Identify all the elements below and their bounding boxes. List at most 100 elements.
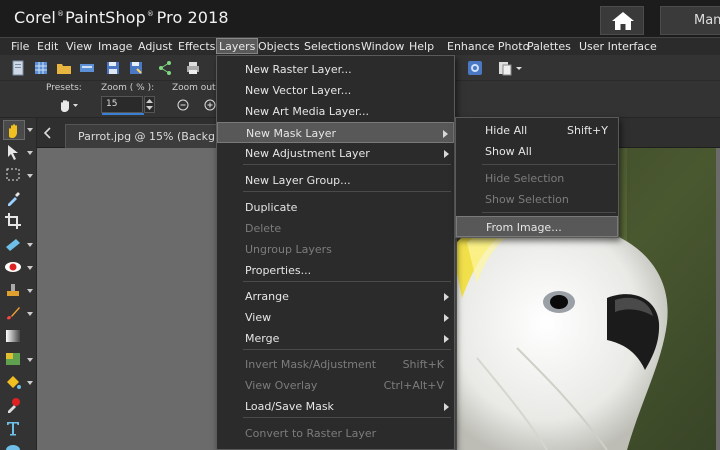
fill-tool[interactable] [3, 373, 25, 393]
menu-item-label: New Art Media Layer... [245, 105, 370, 118]
pick-tool[interactable] [3, 143, 25, 163]
pan-tool[interactable] [3, 120, 25, 140]
zoom-spinner[interactable] [144, 96, 155, 113]
menu-item-label: Ungroup Layers [245, 243, 332, 256]
mask-menu-item-show-all[interactable]: Show All [456, 141, 618, 162]
chevron-right-icon [444, 314, 449, 322]
menu-item-label: Hide All [485, 124, 528, 137]
layers-menu-item-invert-mask-adjustment: Invert Mask/Adjustment Shift+K [217, 354, 454, 375]
menu-separator [243, 417, 451, 418]
gradient-tool[interactable] [3, 327, 25, 347]
scanner-icon[interactable] [79, 60, 95, 76]
menu-edit[interactable]: Edit [37, 39, 58, 55]
menu-objects[interactable]: Objects [258, 39, 300, 55]
mask-menu-item-show-selection: Show Selection [456, 189, 618, 210]
menu-palettes[interactable]: Palettes [527, 39, 571, 55]
chevron-left-icon[interactable] [41, 126, 55, 140]
picker-icon [8, 398, 20, 413]
menu-selections[interactable]: Selections [304, 39, 360, 55]
chevron-down-icon[interactable] [27, 312, 33, 316]
clone-tool[interactable] [3, 281, 25, 301]
layers-menu-item-view-overlay: View Overlay Ctrl+Alt+V [217, 375, 454, 396]
layers-menu-item-properties[interactable]: Properties... [217, 260, 454, 281]
zoom-out-icon[interactable] [177, 99, 189, 111]
menu-item-label: Duplicate [245, 201, 298, 214]
layers-menu-item-view[interactable]: View [217, 307, 454, 328]
menu-window[interactable]: Window [361, 39, 404, 55]
grid-icon[interactable] [33, 60, 49, 76]
zoom-input[interactable]: 15 [101, 96, 144, 115]
layers-menu-item-new-mask-layer[interactable]: New Mask Layer [217, 122, 454, 143]
layers-menu-item-new-layer-group[interactable]: New Layer Group... [217, 170, 454, 191]
menu-adjust[interactable]: Adjust [138, 39, 172, 55]
clone-stamp-icon [7, 284, 19, 296]
red-eye-tool[interactable] [3, 258, 25, 278]
text-icon [7, 422, 19, 436]
menu-separator [243, 191, 451, 192]
screenshot-icon[interactable] [467, 60, 483, 76]
layers-menu-item-arrange[interactable]: Arrange [217, 286, 454, 307]
print-icon[interactable] [185, 60, 201, 76]
chevron-down-icon[interactable] [515, 60, 523, 76]
chevron-down-icon[interactable] [27, 128, 33, 132]
shape-tool[interactable] [3, 442, 25, 450]
layers-menu-item-merge[interactable]: Merge [217, 328, 454, 349]
chevron-down-icon[interactable] [27, 381, 33, 385]
layers-menu-item-new-art-media-layer[interactable]: New Art Media Layer... [217, 101, 454, 122]
open-folder-icon[interactable] [56, 60, 72, 76]
clipboard-icon[interactable] [497, 60, 513, 76]
menu-separator [482, 164, 616, 165]
layers-menu-item-duplicate[interactable]: Duplicate [217, 197, 454, 218]
menu-file[interactable]: File [11, 39, 29, 55]
menu-image[interactable]: Image [98, 39, 132, 55]
chevron-right-icon [443, 130, 448, 138]
app-title: Corel®PaintShop® Pro 2018 [14, 8, 229, 27]
layers-menu-item-new-adjustment-layer[interactable]: New Adjustment Layer [217, 143, 454, 164]
menu-item-label: Convert to Raster Layer [245, 427, 377, 440]
pointer-icon [8, 145, 18, 160]
chevron-down-icon[interactable] [27, 174, 33, 178]
zoom-in-icon[interactable] [204, 99, 216, 111]
chevron-down-icon[interactable] [27, 266, 33, 270]
presets-dropdown[interactable] [56, 97, 80, 113]
save-icon[interactable] [105, 60, 121, 76]
menu-view[interactable]: View [66, 39, 92, 55]
menu-item-label: Hide Selection [485, 172, 565, 185]
chevron-down-icon[interactable] [27, 289, 33, 293]
brush-tool[interactable] [3, 304, 25, 324]
straighten-tool[interactable] [3, 235, 25, 255]
chevron-down-icon[interactable] [27, 151, 33, 155]
layers-menu-item-load-save-mask[interactable]: Load/Save Mask [217, 396, 454, 417]
menu-item-label: New Layer Group... [245, 174, 351, 187]
menu-help[interactable]: Help [409, 39, 434, 55]
pan-hand-icon [61, 100, 78, 112]
mask-menu-item-from-image[interactable]: From Image... [456, 216, 618, 237]
dropper-tool[interactable] [3, 189, 25, 209]
tools-palette [0, 118, 37, 450]
menu-effects[interactable]: Effects [178, 39, 215, 55]
dropper-red-tool[interactable] [3, 396, 25, 416]
layers-menu-item-new-raster-layer[interactable]: New Raster Layer... [217, 59, 454, 80]
menu-enhance-photo[interactable]: Enhance Photo [447, 39, 529, 55]
menu-layers[interactable]: Layers [216, 38, 259, 54]
layers-menu-item-promote-background-layer[interactable]: Promote Background Layer [217, 444, 454, 450]
share-icon[interactable] [157, 60, 173, 76]
crop-tool[interactable] [3, 212, 25, 232]
home-tab-button[interactable] [600, 6, 644, 35]
chevron-down-icon[interactable] [27, 243, 33, 247]
new-file-icon[interactable] [10, 60, 26, 76]
mask-menu-item-hide-all[interactable]: Hide All Shift+Y [456, 120, 618, 141]
manage-tab[interactable]: Manage [660, 6, 720, 35]
layers-menu-item-delete: Delete [217, 218, 454, 239]
menu-item-label: Merge [245, 332, 280, 345]
selection-tool[interactable] [3, 166, 25, 186]
menu-item-label: Invert Mask/Adjustment [245, 358, 377, 371]
save-as-icon[interactable] [128, 60, 144, 76]
adjust-tool[interactable] [3, 350, 25, 370]
layers-menu-item-new-vector-layer[interactable]: New Vector Layer... [217, 80, 454, 101]
menu-user-interface[interactable]: User Interface [579, 39, 657, 55]
text-tool[interactable] [3, 419, 25, 439]
paint-brush-icon [7, 307, 20, 320]
chevron-down-icon[interactable] [27, 358, 33, 362]
gradient-icon [6, 330, 20, 342]
